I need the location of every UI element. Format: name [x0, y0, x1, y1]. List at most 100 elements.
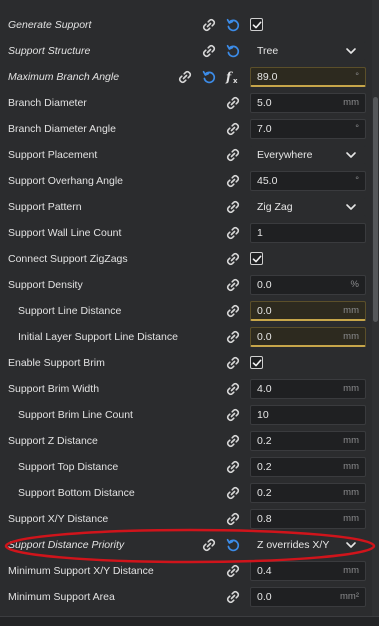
svg-text:f: f — [225, 70, 233, 84]
input-value: 0.2 — [257, 487, 272, 499]
setting-dropdown[interactable]: Tree — [250, 41, 366, 61]
setting-input[interactable]: 0.2 mm — [250, 431, 366, 451]
highlight-ellipse — [4, 528, 376, 564]
link-icon[interactable] — [225, 589, 241, 605]
input-value: 0.0 — [257, 279, 272, 291]
input-value: 1 — [257, 227, 263, 239]
setting-label: Branch Diameter — [8, 97, 87, 109]
link-icon[interactable] — [225, 147, 241, 163]
reset-icon[interactable] — [225, 43, 241, 59]
link-icon[interactable] — [225, 511, 241, 527]
link-icon[interactable] — [225, 121, 241, 137]
input-value: 89.0 — [257, 71, 278, 83]
setting-label: Support Z Distance — [8, 435, 98, 447]
setting-row-support-placement: Support Placement Everywhere — [0, 142, 372, 168]
link-icon[interactable] — [201, 43, 217, 59]
setting-label: Support Brim Width — [8, 383, 100, 395]
input-unit: mm — [343, 487, 359, 498]
input-unit: ° — [355, 71, 359, 82]
link-icon[interactable] — [177, 69, 193, 85]
link-icon[interactable] — [225, 225, 241, 241]
setting-row-maximum-branch-angle: Maximum Branch Angle f x 89.0 ° — [0, 64, 372, 90]
setting-row-enable-support-brim: Enable Support Brim — [0, 350, 372, 376]
setting-input[interactable]: 0.0 mm² — [250, 587, 366, 607]
input-value: 0.2 — [257, 461, 272, 473]
setting-input[interactable]: 10 — [250, 405, 366, 425]
setting-input[interactable]: 0.8 mm — [250, 509, 366, 529]
link-icon[interactable] — [225, 563, 241, 579]
input-value: 5.0 — [257, 97, 272, 109]
link-icon[interactable] — [225, 199, 241, 215]
setting-row-support-structure: Support Structure Tree — [0, 38, 372, 64]
setting-label: Support Structure — [8, 45, 91, 57]
reset-icon[interactable] — [225, 17, 241, 33]
setting-label: Enable Support Brim — [8, 357, 105, 369]
input-unit: % — [350, 279, 359, 290]
setting-input[interactable]: 0.0 mm — [250, 327, 366, 347]
setting-input[interactable]: 0.0% — [250, 275, 366, 295]
setting-input[interactable]: 45.0 ° — [250, 171, 366, 191]
link-icon[interactable] — [225, 173, 241, 189]
link-icon[interactable] — [225, 485, 241, 501]
link-icon[interactable] — [225, 381, 241, 397]
setting-label: Support Overhang Angle — [8, 175, 123, 187]
reset-icon[interactable] — [201, 69, 217, 85]
setting-row-support-z-distance: Support Z Distance 0.2 mm — [0, 428, 372, 454]
input-unit: mm — [343, 383, 359, 394]
setting-input[interactable]: 4.0 mm — [250, 379, 366, 399]
link-icon[interactable] — [225, 407, 241, 423]
setting-dropdown[interactable]: Everywhere — [250, 145, 366, 165]
setting-checkbox[interactable] — [250, 356, 263, 369]
setting-input[interactable]: 1 — [250, 223, 366, 243]
dropdown-value: Tree — [257, 45, 279, 57]
setting-checkbox[interactable] — [250, 252, 263, 265]
setting-row-initial-layer-support-line-distance: Initial Layer Support Line Distance 0.0 mm — [0, 324, 372, 350]
input-value: 10 — [257, 409, 269, 421]
input-value: 4.0 — [257, 383, 272, 395]
function-icon[interactable]: fx — [225, 69, 241, 85]
input-value: 0.2 — [257, 435, 272, 447]
input-value: 7.0 — [257, 123, 272, 135]
input-unit: ° — [355, 175, 359, 186]
setting-label: Support Placement — [8, 149, 98, 161]
setting-input[interactable]: 0.2 mm — [250, 483, 366, 503]
svg-text:x: x — [233, 77, 238, 85]
setting-row-connect-support-zigzags: Connect Support ZigZags — [0, 246, 372, 272]
setting-input[interactable]: 0.2 mm — [250, 457, 366, 477]
input-unit: mm — [343, 305, 359, 316]
input-value: 0.8 — [257, 513, 272, 525]
input-unit: mm — [343, 435, 359, 446]
link-icon[interactable] — [225, 95, 241, 111]
setting-label: Support Brim Line Count — [18, 409, 133, 421]
link-icon[interactable] — [225, 277, 241, 293]
setting-label: Support Top Distance — [18, 461, 119, 473]
setting-checkbox[interactable] — [250, 18, 263, 31]
input-unit: mm — [343, 461, 359, 472]
setting-label: Support Pattern — [8, 201, 82, 213]
setting-row-support-brim-line-count: Support Brim Line Count 10 — [0, 402, 372, 428]
link-icon[interactable] — [201, 17, 217, 33]
link-icon[interactable] — [225, 355, 241, 371]
link-icon[interactable] — [225, 303, 241, 319]
setting-input[interactable]: 0.0 mm — [250, 301, 366, 321]
setting-input[interactable]: 89.0 ° — [250, 67, 366, 87]
setting-row-generate-support: Generate Support — [0, 12, 372, 38]
setting-input[interactable]: 5.0 mm — [250, 93, 366, 113]
input-value: 45.0 — [257, 175, 278, 187]
setting-input[interactable]: 7.0 ° — [250, 119, 366, 139]
input-value: 0.0 — [257, 305, 272, 317]
setting-row-support-density: Support Density 0.0% — [0, 272, 372, 298]
input-unit: ° — [355, 123, 359, 134]
setting-row-support-wall-line-count: Support Wall Line Count 1 — [0, 220, 372, 246]
setting-label: Support Line Distance — [18, 305, 122, 317]
setting-dropdown[interactable]: Zig Zag — [250, 197, 366, 217]
link-icon[interactable] — [225, 251, 241, 267]
link-icon[interactable] — [225, 459, 241, 475]
link-icon[interactable] — [225, 329, 241, 345]
setting-row-branch-diameter: Branch Diameter 5.0 mm — [0, 90, 372, 116]
setting-label: Maximum Branch Angle — [8, 71, 120, 83]
input-unit: mm — [343, 331, 359, 342]
input-unit: mm — [343, 97, 359, 108]
scrollbar-thumb[interactable] — [373, 97, 378, 322]
link-icon[interactable] — [225, 433, 241, 449]
